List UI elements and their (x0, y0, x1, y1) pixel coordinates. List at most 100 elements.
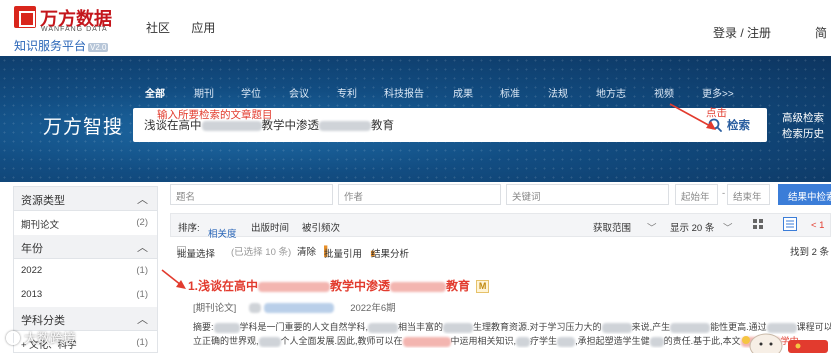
tab-conference[interactable]: 会议 (289, 85, 309, 100)
clear-button[interactable]: 清除 (297, 244, 316, 258)
search-button-label: 检索 (727, 120, 750, 132)
watermark-text: 大数跨境 (24, 331, 77, 346)
m-badge-icon: M (476, 280, 490, 293)
item-label: 2013 (21, 289, 43, 300)
tab-thesis[interactable]: 学位 (241, 85, 261, 100)
tab-journal[interactable]: 期刊 (194, 85, 214, 100)
pagination[interactable]: < 1 (811, 220, 824, 231)
advanced-links: 高级检索 检索历史 (782, 110, 824, 142)
arrow-down-icon: ↓ (208, 226, 213, 237)
item-count: (1) (136, 265, 148, 276)
selected-count: (已选择 10 条) (231, 247, 292, 258)
nav-community[interactable]: 社区 (146, 21, 170, 35)
tab-tech-report[interactable]: 科技报告 (384, 85, 424, 100)
advanced-search-link[interactable]: 高级检索 (782, 110, 824, 126)
wanfang-logo[interactable]: 万方数据 WANFANG DATA 知识服务平台 V2.0 (14, 6, 134, 53)
search-history-link[interactable]: 检索历史 (782, 126, 824, 142)
abstract-text: 疗学生 (530, 336, 558, 346)
chevron-up-icon[interactable]: ︿ (137, 239, 148, 255)
sort-cited[interactable]: 被引频次 (302, 220, 340, 234)
top-nav: 社区 应用 (146, 19, 233, 36)
title-field[interactable]: 题名 (170, 184, 333, 205)
input-annotation: 输入所要检索的文章题目 (157, 109, 273, 121)
abstract-text: ,承担起塑造学生健 (575, 336, 650, 346)
batch-cite-label: 批量引用 (324, 249, 363, 260)
version-badge: V2.0 (88, 43, 109, 52)
blurred-text (443, 322, 474, 333)
section-year[interactable]: 年份 ︿ (14, 235, 157, 259)
result-title-part: 教育 (446, 279, 471, 293)
search-within-results-button[interactable]: 结果中检索 (778, 184, 831, 205)
abstract-text: 立正确的世界观, (193, 336, 259, 346)
found-count: 找到 2 条 (790, 247, 830, 258)
logo-english-text: WANFANG DATA (41, 26, 108, 33)
abstract-label: 摘要: (193, 322, 214, 332)
blurred-text (402, 336, 451, 347)
start-year-field[interactable]: 起始年 (675, 184, 718, 205)
tab-achievement[interactable]: 成果 (453, 85, 473, 100)
blurred-text (516, 336, 531, 347)
search-banner: 全部 期刊 学位 会议 专利 科技报告 成果 标准 法规 地方志 视频 更多>>… (0, 56, 831, 182)
abstract-text: 中运用相关知识, (450, 336, 517, 346)
grid-view-icon[interactable] (752, 218, 764, 233)
tab-standard[interactable]: 标准 (500, 85, 520, 100)
language-switch[interactable]: 简 (815, 24, 827, 41)
chevron-up-icon[interactable]: ︿ (137, 311, 148, 327)
sort-bar: 排序: 相关度 ↓ 出版时间 被引频次 获取范围 ﹀ 显示 20 条 ﹀ < 1 (170, 213, 831, 240)
result-title-part: 浅谈在高中 (198, 279, 259, 293)
chevron-down-icon[interactable]: ﹀ (647, 220, 657, 234)
range-dropdown[interactable]: 获取范围 (593, 220, 631, 234)
blurred-text (390, 281, 447, 292)
tab-patent[interactable]: 专利 (337, 85, 357, 100)
blurred-text (319, 120, 371, 131)
chevron-down-icon[interactable]: ﹀ (723, 220, 733, 234)
sidebar-item-2022[interactable]: 2022 (1) (14, 259, 157, 283)
tab-all[interactable]: 全部 (145, 85, 165, 100)
brand-title: 万方智搜 (43, 117, 124, 138)
keyword-field[interactable]: 关键词 (506, 184, 669, 205)
sort-pubtime[interactable]: 出版时间 (251, 220, 289, 234)
list-view-icon[interactable] (783, 217, 797, 234)
blurred-author[interactable] (263, 303, 334, 314)
nav-apps[interactable]: 应用 (191, 21, 215, 35)
item-count: (1) (136, 289, 148, 300)
item-count: (1) (136, 337, 148, 348)
item-label: 2022 (21, 265, 43, 276)
tab-video[interactable]: 视频 (654, 85, 674, 100)
result-issue[interactable]: 2022年6期 (350, 303, 395, 314)
chevron-up-icon[interactable]: ︿ (137, 191, 148, 207)
sidebar-item-2013[interactable]: 2013 (1) (14, 283, 157, 307)
logo-mark-icon (14, 6, 36, 28)
blurred-text (258, 336, 281, 347)
section-title: 年份 (21, 243, 43, 255)
refine-filters: 题名 作者 关键词 起始年 - 结束年 结果中检索 (170, 184, 831, 206)
blurred-text (557, 336, 576, 347)
end-year-field[interactable]: 结束年 (727, 184, 770, 205)
result-index: 1. (188, 279, 199, 293)
year-separator: - (722, 188, 726, 199)
tab-local-chronicle[interactable]: 地方志 (596, 85, 626, 100)
abstract-text: 个人全面发展.因此,教师可以在 (280, 336, 403, 346)
mascot-icon (742, 333, 828, 353)
result-title-link[interactable]: 1.浅谈在高中 教学中渗透 教育 M (188, 277, 490, 294)
item-label: 期刊论文 (21, 220, 60, 231)
abstract-text: 的责任.基于此,本文 (663, 336, 741, 346)
result-analysis-label: 结果分析 (371, 249, 410, 260)
abstract-text: 来说,产生 (631, 322, 671, 332)
sidebar-item-journal[interactable]: 期刊论文 (2) (14, 211, 157, 235)
page-size-dropdown[interactable]: 显示 20 条 (670, 220, 714, 234)
abstract-text: 生理教育资源.对于学习压力大的 (473, 322, 602, 332)
tab-more[interactable]: 更多>> (702, 85, 734, 100)
author-field[interactable]: 作者 (338, 184, 501, 205)
result-type: [期刊论文] (193, 303, 237, 314)
abstract-text: 相当丰富的 (398, 322, 444, 332)
blurred-text (213, 322, 240, 333)
blurred-text (248, 303, 261, 314)
abstract-text: 学科是一门重要的人文自然学科, (239, 322, 369, 332)
annotation-arrow-icon (669, 103, 716, 130)
top-header: 万方数据 WANFANG DATA 知识服务平台 V2.0 社区 应用 登录 / … (0, 0, 831, 56)
login-register-link[interactable]: 登录 / 注册 (713, 24, 771, 41)
tab-regulation[interactable]: 法规 (548, 85, 568, 100)
platform-name: 知识服务平台 V2.0 (14, 37, 109, 54)
section-resource-type[interactable]: 资源类型 ︿ (14, 187, 157, 211)
